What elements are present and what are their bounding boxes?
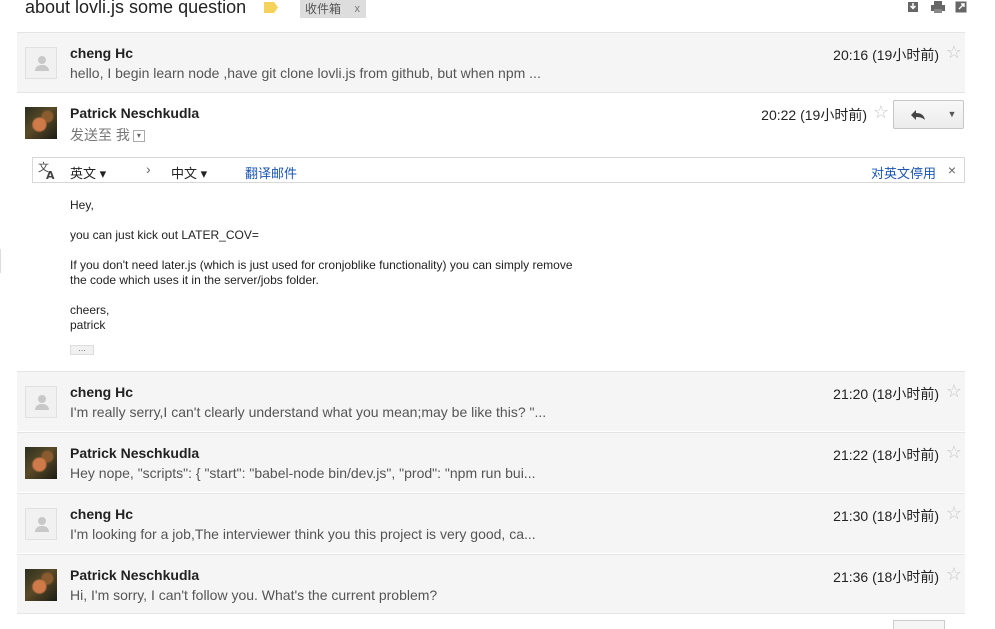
message-time: 20:22 (19小时前): [761, 107, 867, 123]
message-snippet: Hi, I'm sorry, I can't follow you. What'…: [70, 587, 438, 603]
remove-label-button[interactable]: x: [355, 0, 361, 18]
sender-name: Patrick Neschkudla: [70, 567, 200, 583]
message-body: Hey, you can just kick out LATER_COV= If…: [70, 198, 573, 348]
subject-title: about lovli.js some question: [25, 0, 247, 17]
divider: [17, 613, 965, 614]
sender-name: Patrick Neschkudla: [70, 445, 200, 461]
body-greeting: Hey,: [70, 198, 94, 212]
message-time: 21:30 (18小时前): [833, 508, 939, 524]
thread-message-expanded: Patrick Neschkudla 发送至 我 ▾ 20:22 (19小时前) …: [17, 92, 965, 154]
body-line: If you don't need later.js (which is jus…: [70, 258, 573, 272]
chevron-down-icon[interactable]: ▾: [132, 130, 145, 143]
translate-bar: 文A 英文 ▾ › 中文 ▾ 翻译邮件 对英文停用 ×: [32, 157, 965, 183]
recipient-line[interactable]: 发送至 我 ▾: [70, 125, 145, 145]
translate-icon: 文A: [37, 160, 57, 184]
close-icon[interactable]: ×: [948, 162, 956, 178]
show-trimmed-content-button[interactable]: ...: [70, 344, 94, 355]
star-icon[interactable]: ☆: [946, 503, 962, 524]
message-time: 21:22 (18小时前): [833, 447, 939, 463]
reply-button-partial[interactable]: [893, 620, 945, 629]
more-options-button[interactable]: ▼: [941, 100, 964, 129]
inbox-label-chip[interactable]: 收件箱 x: [300, 0, 366, 18]
body-closing: cheers,: [70, 303, 110, 317]
message-snippet: I'm looking for a job,The interviewer th…: [70, 526, 536, 542]
avatar: [25, 569, 57, 601]
thread-message[interactable]: cheng Hc I'm looking for a job,The inter…: [17, 493, 965, 553]
avatar: [25, 386, 57, 418]
recipient-text: 发送至 我: [70, 127, 130, 143]
chevron-right-icon: ›: [146, 161, 151, 177]
target-language-select[interactable]: 中文 ▾: [171, 163, 207, 182]
star-icon[interactable]: ☆: [946, 564, 962, 585]
thread-message[interactable]: Patrick Neschkudla Hi, I'm sorry, I can'…: [17, 554, 965, 614]
scroll-edge-marker: [0, 249, 1, 273]
message-snippet: I'm really serry,I can't clearly underst…: [70, 404, 547, 420]
thread-message[interactable]: cheng Hc hello, I begin learn node ,have…: [17, 32, 965, 92]
avatar: [25, 47, 57, 79]
body-line: the code which uses it in the server/job…: [70, 273, 319, 287]
new-window-icon[interactable]: [955, 1, 967, 13]
thread-message[interactable]: cheng Hc I'm really serry,I can't clearl…: [17, 371, 965, 431]
body-line: you can just kick out LATER_COV=: [70, 228, 259, 242]
sender-name: cheng Hc: [70, 506, 134, 522]
disable-translation-link[interactable]: 对英文停用: [871, 163, 936, 182]
svg-text:A: A: [46, 169, 55, 180]
source-language-select[interactable]: 英文 ▾: [70, 163, 106, 182]
message-time: 21:36 (18小时前): [833, 569, 939, 585]
thread-message[interactable]: Patrick Neschkudla Hey nope, "scripts": …: [17, 432, 965, 492]
reply-button[interactable]: [893, 100, 943, 129]
sender-name: Patrick Neschkudla: [70, 105, 200, 121]
subject-bar: about lovli.js some question 收件箱 x: [0, 0, 995, 22]
print-icon[interactable]: [931, 1, 945, 13]
label-tag-icon[interactable]: [264, 2, 278, 13]
star-icon[interactable]: ☆: [873, 102, 889, 123]
message-time: 20:16 (19小时前): [833, 47, 939, 63]
sender-name: cheng Hc: [70, 384, 134, 400]
body-signature: patrick: [70, 318, 106, 332]
avatar: [25, 508, 57, 540]
sender-name: cheng Hc: [70, 45, 134, 61]
star-icon[interactable]: ☆: [946, 42, 962, 63]
message-snippet: hello, I begin learn node ,have git clon…: [70, 65, 541, 81]
translate-message-link[interactable]: 翻译邮件: [245, 163, 297, 182]
avatar: [25, 447, 57, 479]
message-time: 21:20 (18小时前): [833, 386, 939, 402]
avatar: [25, 107, 57, 139]
reply-group: ▼: [893, 100, 965, 129]
inbox-label: 收件箱: [305, 2, 342, 16]
download-icon[interactable]: [907, 1, 919, 13]
star-icon[interactable]: ☆: [946, 381, 962, 402]
star-icon[interactable]: ☆: [946, 442, 962, 463]
message-snippet: Hey nope, "scripts": { "start": "babel-n…: [70, 465, 536, 481]
